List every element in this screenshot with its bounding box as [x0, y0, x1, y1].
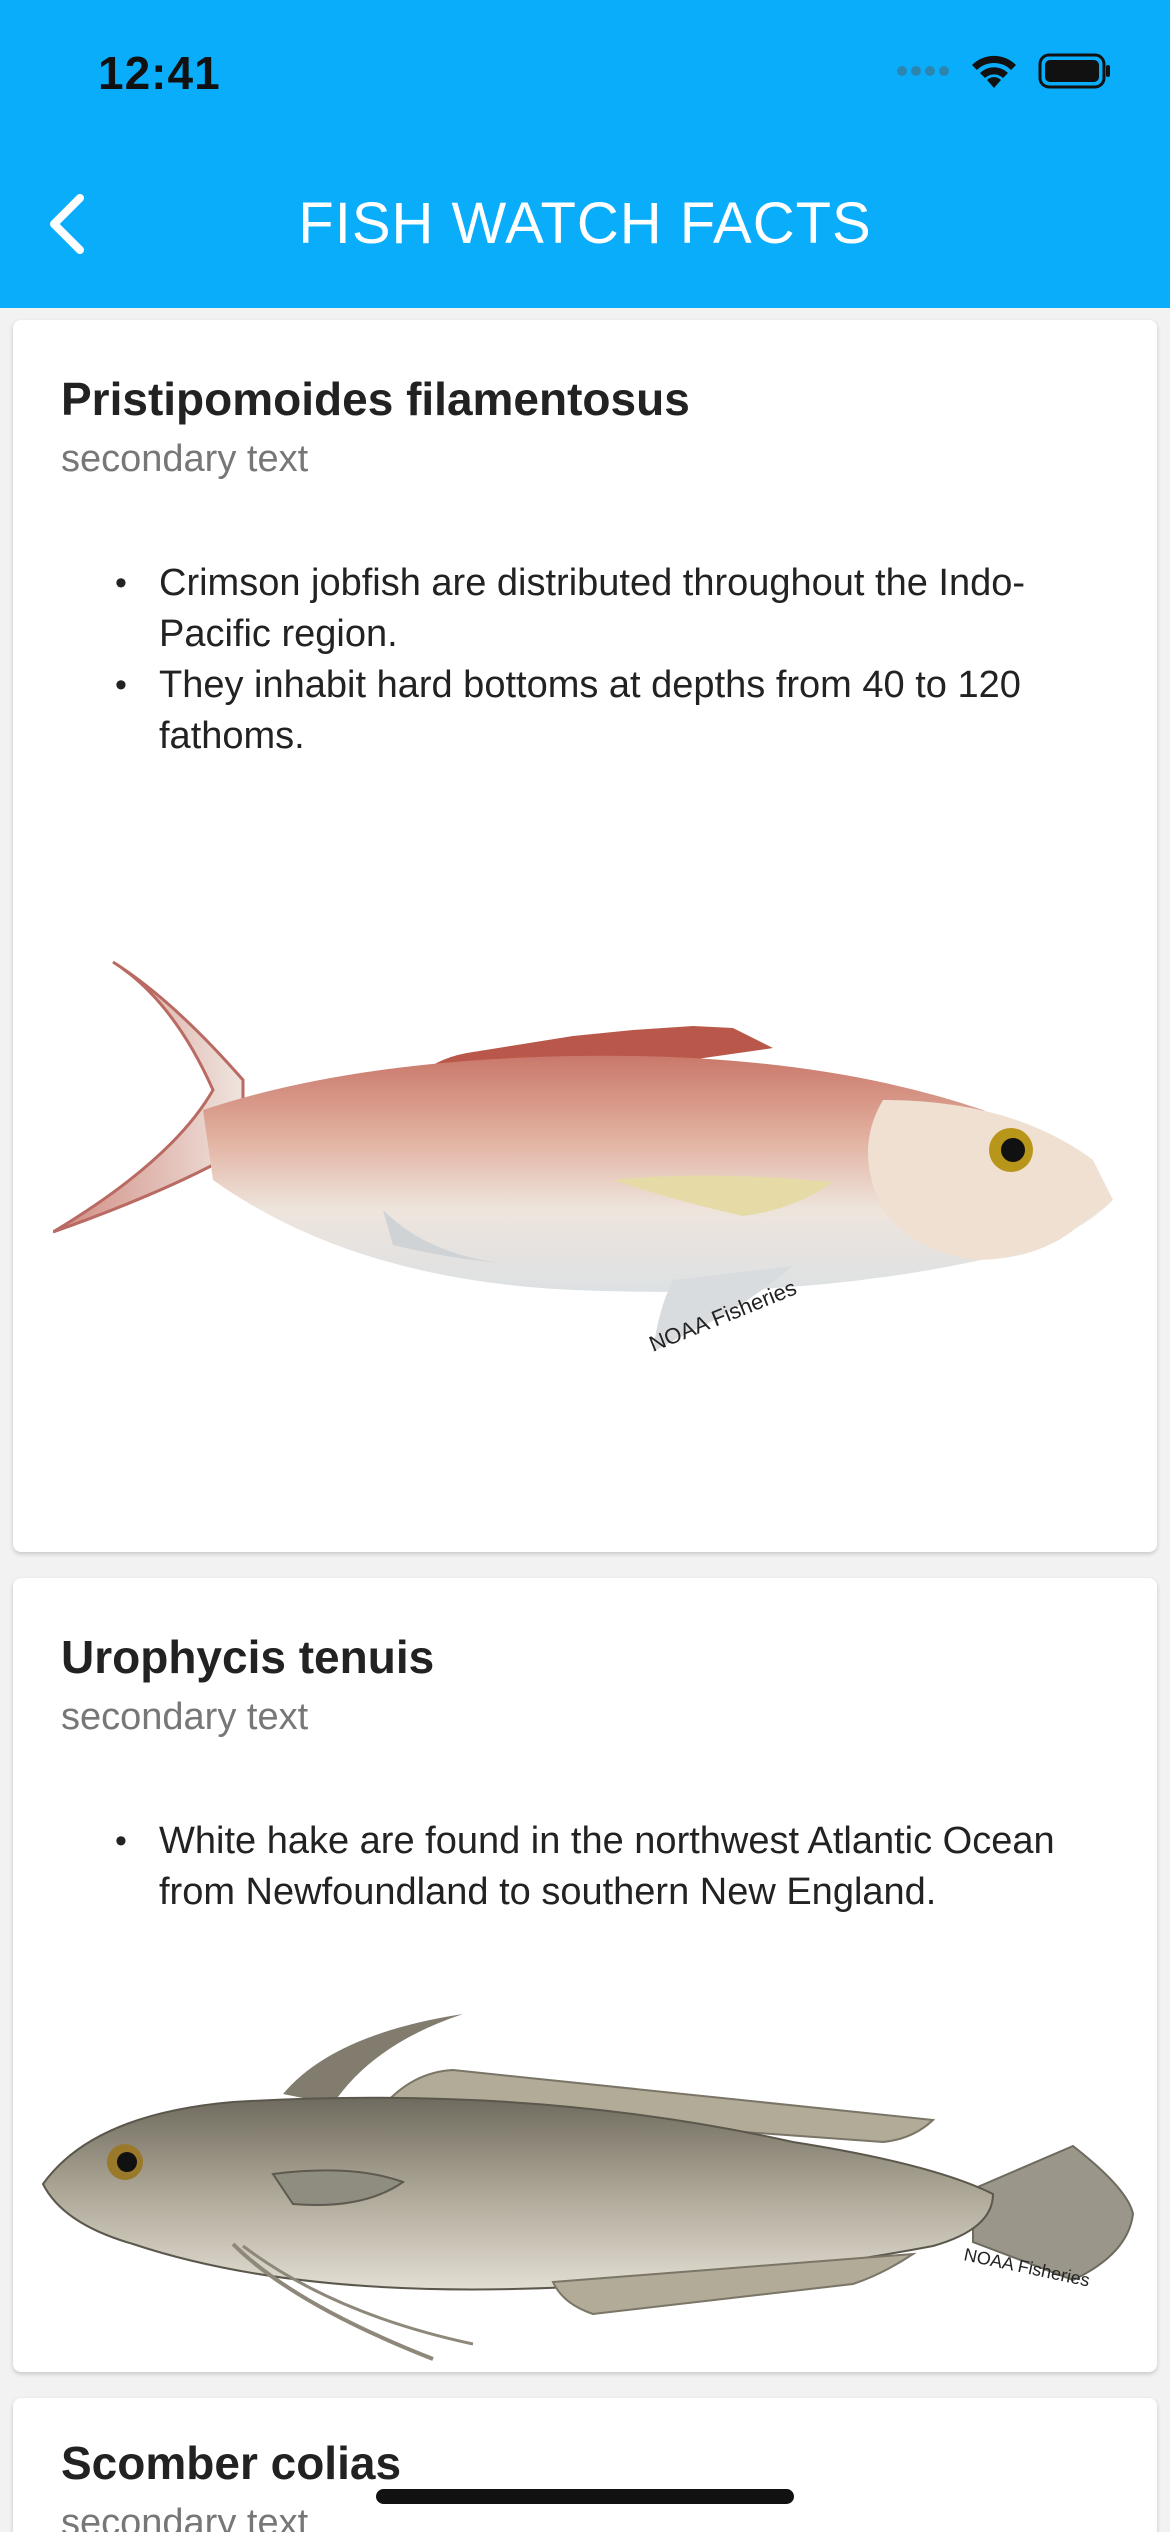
screen: 12:41 FISH WATCH FACTS Pristipomoides fi…: [0, 0, 1170, 2532]
signal-dots-icon: [897, 66, 949, 76]
fish-card[interactable]: Scomber colias secondary text: [13, 2398, 1157, 2532]
fact-item: They inhabit hard bottoms at depths from…: [115, 660, 1097, 762]
fact-item: White hake are found in the northwest At…: [115, 1816, 1097, 1918]
fish-image: NOAA Fisheries: [41, 2014, 1135, 2361]
card-subtitle: secondary text: [61, 2502, 309, 2532]
fact-item: Crimson jobfish are distributed througho…: [115, 558, 1097, 660]
battery-icon: [1038, 53, 1110, 89]
card-subtitle: secondary text: [61, 438, 309, 480]
card-subtitle: secondary text: [61, 1696, 309, 1738]
fact-list: White hake are found in the northwest At…: [115, 1816, 1097, 1918]
home-indicator[interactable]: [376, 2489, 794, 2504]
card-title: Urophycis tenuis: [61, 1631, 435, 1683]
fish-image: NOAA Fisheries: [53, 960, 1113, 1357]
card-title: Scomber colias: [61, 2437, 402, 2489]
status-icons: [896, 52, 1112, 90]
fish-card[interactable]: Urophycis tenuis secondary text White ha…: [13, 1578, 1157, 2372]
card-title: Pristipomoides filamentosus: [61, 373, 690, 425]
status-time: 12:41: [98, 47, 221, 99]
app-bar: 12:41 FISH WATCH FACTS: [0, 0, 1170, 308]
wifi-icon: [972, 55, 1016, 88]
fact-list: Crimson jobfish are distributed througho…: [115, 558, 1097, 762]
page-title: FISH WATCH FACTS: [298, 191, 872, 256]
fish-card[interactable]: Pristipomoides filamentosus secondary te…: [13, 320, 1157, 1552]
